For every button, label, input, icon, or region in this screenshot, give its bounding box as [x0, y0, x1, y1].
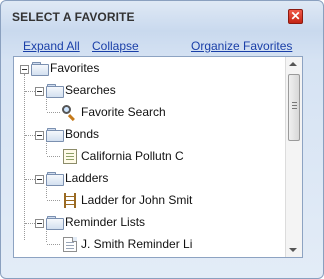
tree-node-searches[interactable]: Searches [65, 83, 116, 97]
select-favorite-dialog: SELECT A FAVORITE ✕ Expand All Collapse … [0, 0, 324, 279]
tree-connector [25, 135, 35, 137]
tree-node-favorites[interactable]: Favorites [50, 61, 99, 75]
tree-connector [46, 185, 48, 198]
expand-all-link[interactable]: Expand All [23, 39, 80, 53]
scroll-up-arrow-icon[interactable] [289, 62, 297, 66]
folder-open-icon [46, 172, 64, 186]
scrollbar-thumb[interactable] [288, 74, 300, 141]
tree-connector [47, 244, 60, 246]
tree-connector [25, 91, 35, 93]
ladder-icon [64, 193, 76, 208]
tree-connector [25, 179, 35, 181]
tree-toolbar: Expand All Collapse Organize Favorites [1, 34, 323, 56]
tree-node-ladder-for-john-smith[interactable]: Ladder for John Smit [81, 193, 192, 207]
favorites-tree[interactable]: Favorites Searches Favorite Search Bonds… [13, 56, 303, 258]
bond-certificate-icon [63, 149, 77, 164]
tree-connector [47, 156, 60, 158]
document-icon [63, 237, 77, 252]
tree-node-bonds[interactable]: Bonds [65, 127, 99, 141]
tree-connector [46, 97, 48, 110]
scroll-down-arrow-icon[interactable] [289, 248, 297, 252]
magnifier-icon [62, 105, 78, 122]
folder-open-icon [31, 62, 49, 76]
tree-connector [47, 112, 60, 114]
collapse-ladders-toggle[interactable] [35, 175, 44, 184]
tree-node-reminder-lists[interactable]: Reminder Lists [65, 215, 145, 229]
tree-connector [24, 74, 26, 240]
tree-scrollbar[interactable] [285, 57, 302, 257]
tree-node-ladders[interactable]: Ladders [65, 171, 108, 185]
collapse-reminder-lists-toggle[interactable] [35, 219, 44, 228]
collapse-bonds-toggle[interactable] [35, 131, 44, 140]
tree-node-favorite-search[interactable]: Favorite Search [81, 105, 166, 119]
folder-open-icon [46, 84, 64, 98]
tree-connector [46, 141, 48, 154]
tree-node-j-smith-reminder[interactable]: J. Smith Reminder Li [81, 237, 192, 251]
collapse-link[interactable]: Collapse [92, 39, 139, 53]
collapse-searches-toggle[interactable] [35, 87, 44, 96]
folder-open-icon [46, 216, 64, 230]
tree-connector [47, 200, 60, 202]
tree-connector [46, 229, 48, 242]
dialog-title: SELECT A FAVORITE [12, 10, 135, 24]
tree-connector [25, 223, 35, 225]
organize-favorites-link[interactable]: Organize Favorites [191, 39, 292, 53]
close-button[interactable]: ✕ [288, 9, 303, 24]
folder-open-icon [46, 128, 64, 142]
collapse-favorites-toggle[interactable] [20, 65, 29, 74]
tree-node-california-pollutn[interactable]: California Pollutn C [81, 149, 184, 163]
